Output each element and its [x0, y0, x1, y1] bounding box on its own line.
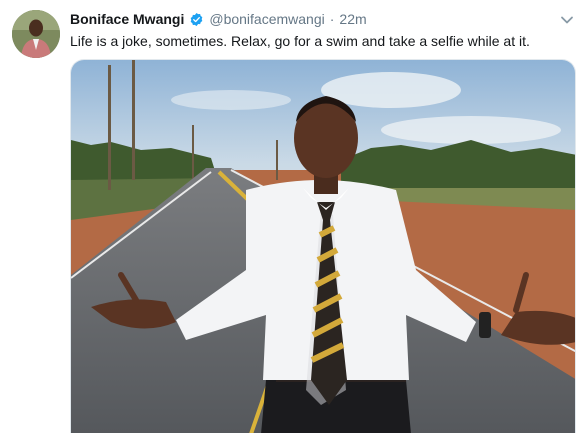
- meta-separator: ·: [329, 11, 335, 27]
- verified-badge-icon: [189, 12, 204, 27]
- tweet-header: Boniface Mwangi @bonifacemwangi · 22m: [70, 10, 367, 28]
- tweet-timestamp[interactable]: 22m: [339, 10, 366, 28]
- user-handle[interactable]: @bonifacemwangi: [209, 10, 324, 28]
- tweet-card[interactable]: Boniface Mwangi @bonifacemwangi · 22m Li…: [0, 0, 587, 433]
- tweet-text: Life is a joke, sometimes. Relax, go for…: [70, 33, 530, 49]
- chevron-down-icon[interactable]: [559, 12, 575, 28]
- tweet-photo[interactable]: [70, 59, 576, 433]
- display-name[interactable]: Boniface Mwangi: [70, 10, 184, 28]
- user-avatar[interactable]: [12, 10, 60, 58]
